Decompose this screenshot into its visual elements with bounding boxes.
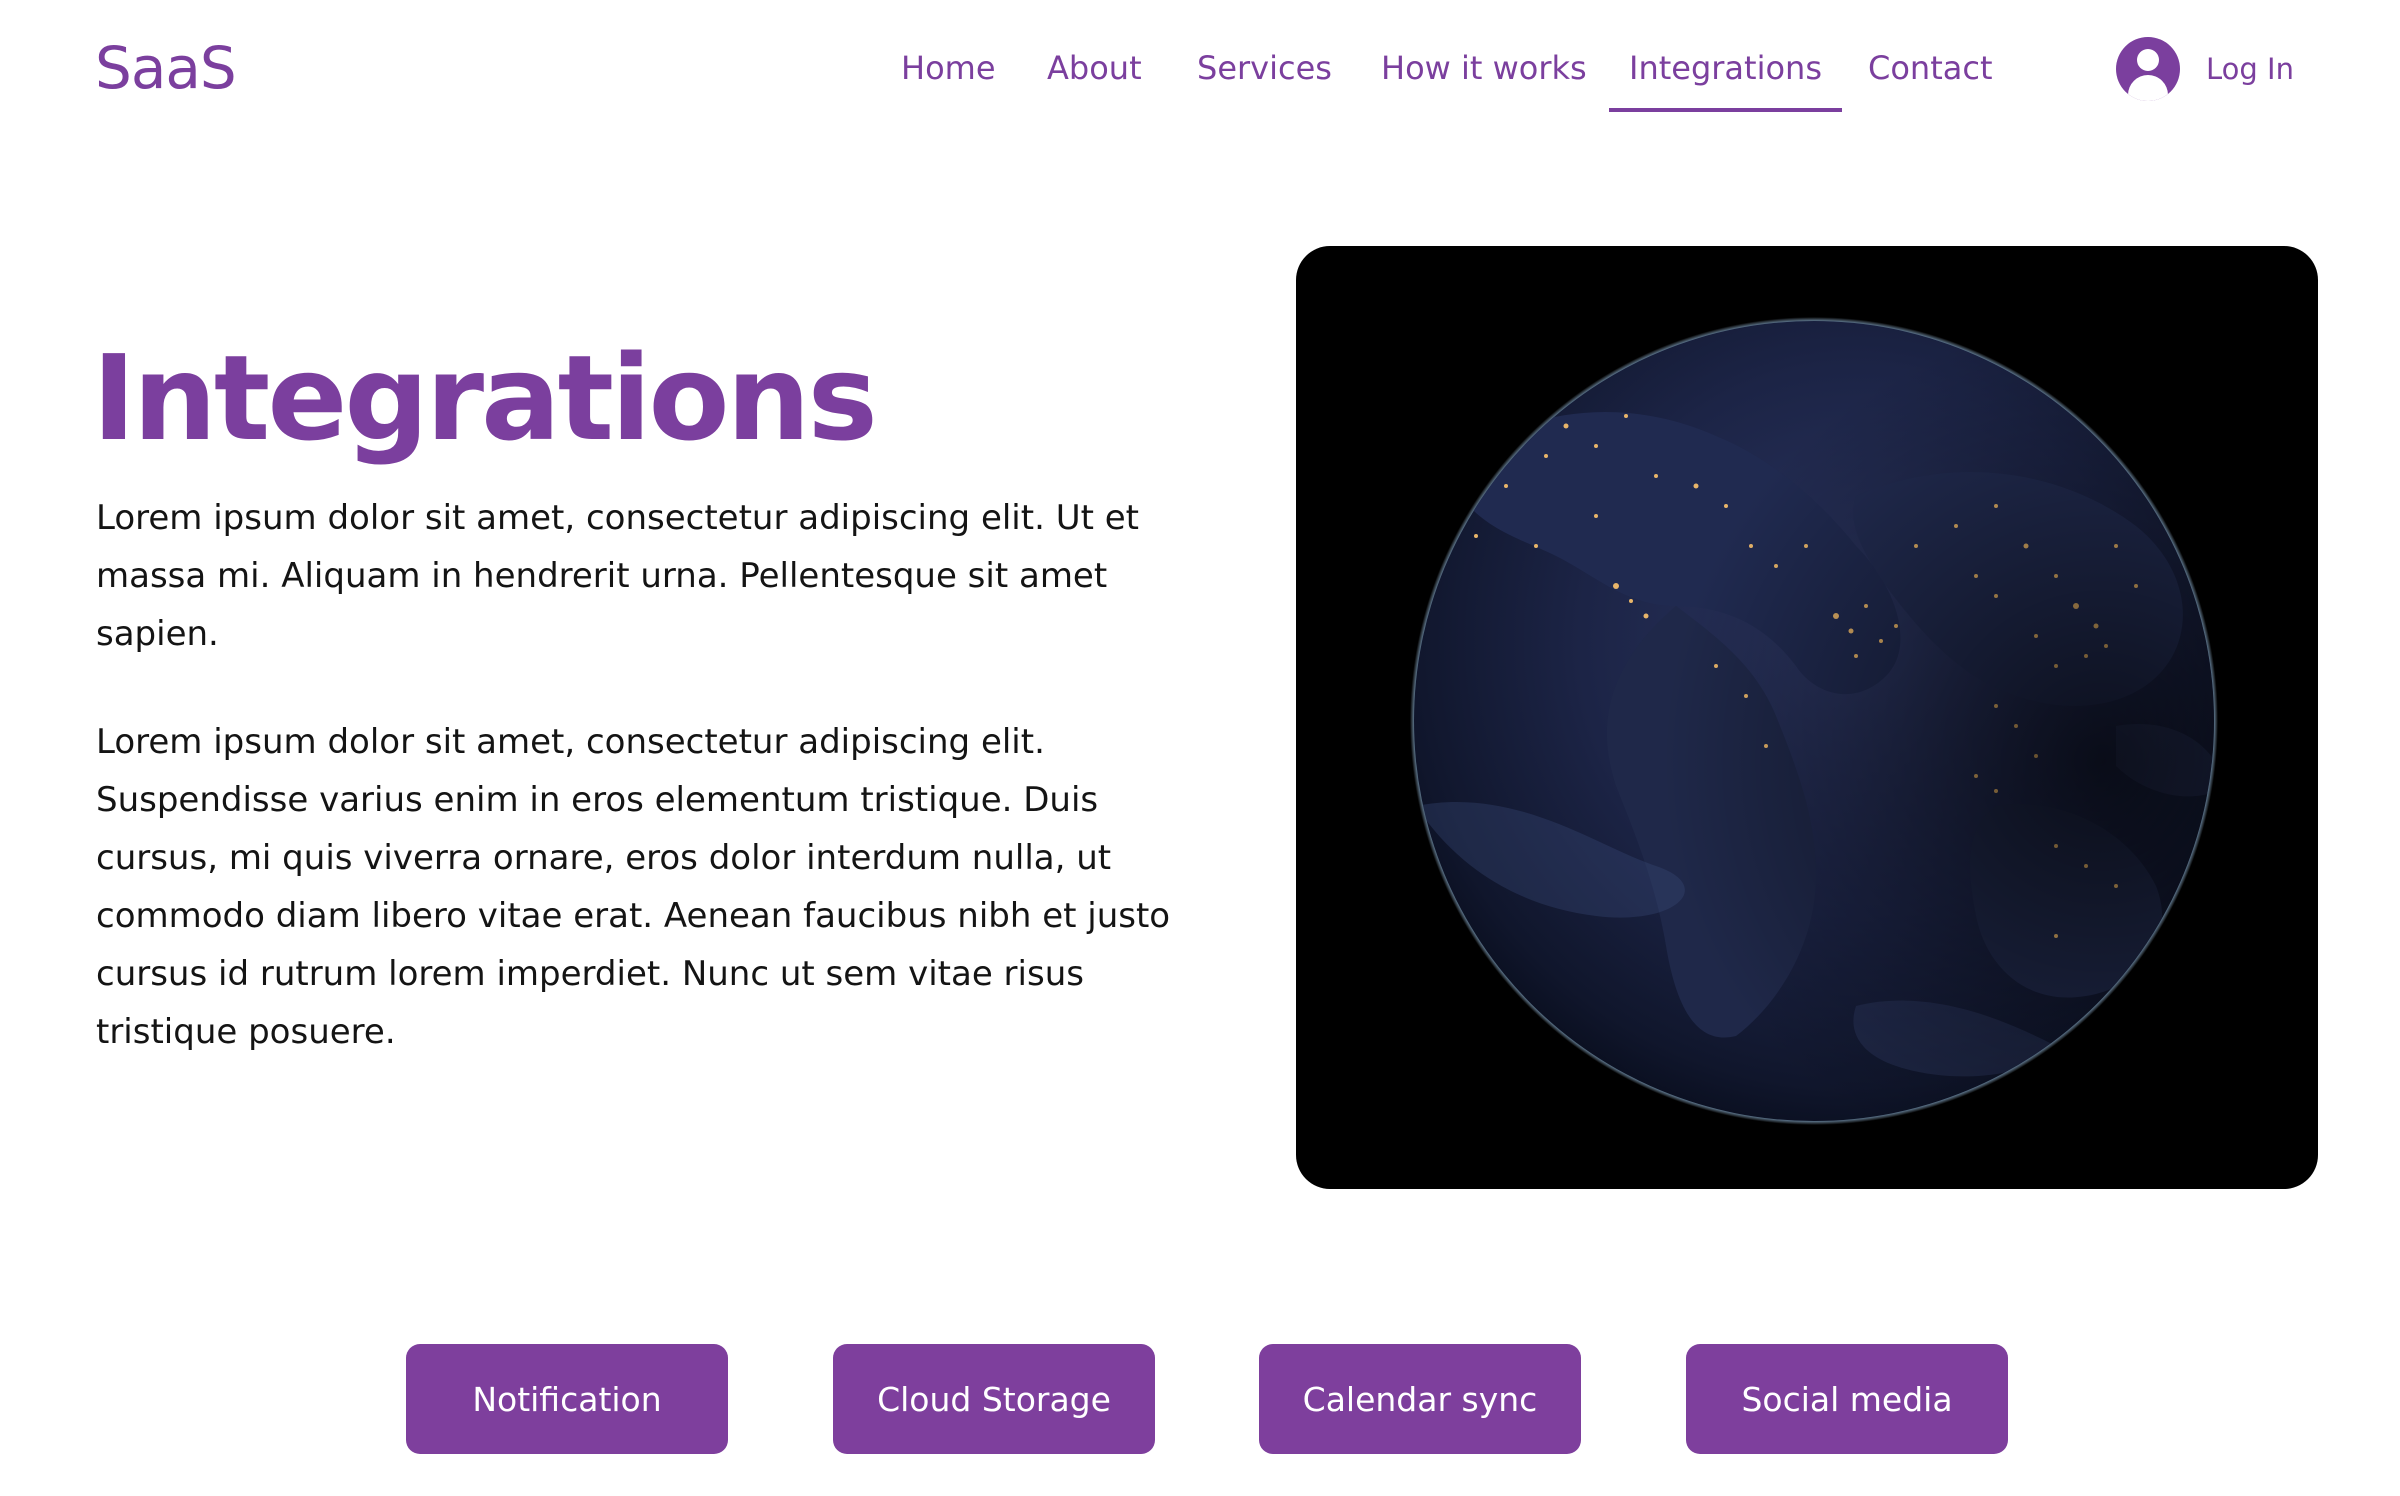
notification-button[interactable]: Notification bbox=[406, 1344, 728, 1454]
main-nav: Home About Services How it works Integra… bbox=[0, 40, 2400, 120]
nav-item-about[interactable]: About bbox=[1047, 40, 1142, 96]
login-label: Log In bbox=[2206, 52, 2294, 86]
cloud-storage-button[interactable]: Cloud Storage bbox=[833, 1344, 1155, 1454]
body-paragraph: Lorem ipsum dolor sit amet, consectetur … bbox=[96, 722, 1171, 1052]
site-header: SaaS Home About Services How it works In… bbox=[0, 0, 2400, 140]
calendar-sync-button[interactable]: Calendar sync bbox=[1259, 1344, 1581, 1454]
nav-item-home[interactable]: Home bbox=[901, 40, 996, 96]
nav-item-integrations[interactable]: Integrations bbox=[1609, 40, 1842, 112]
nav-item-how-it-works[interactable]: How it works bbox=[1381, 40, 1587, 96]
nav-item-contact[interactable]: Contact bbox=[1868, 40, 1993, 96]
page-title: Integrations bbox=[92, 329, 878, 467]
login-button[interactable]: Log In bbox=[2116, 36, 2294, 102]
social-media-button[interactable]: Social media bbox=[1686, 1344, 2008, 1454]
user-avatar-icon bbox=[2116, 37, 2180, 101]
earth-image bbox=[1296, 246, 2318, 1189]
intro-paragraph: Lorem ipsum dolor sit amet, consectetur … bbox=[96, 498, 1139, 654]
nav-item-services[interactable]: Services bbox=[1197, 40, 1332, 96]
